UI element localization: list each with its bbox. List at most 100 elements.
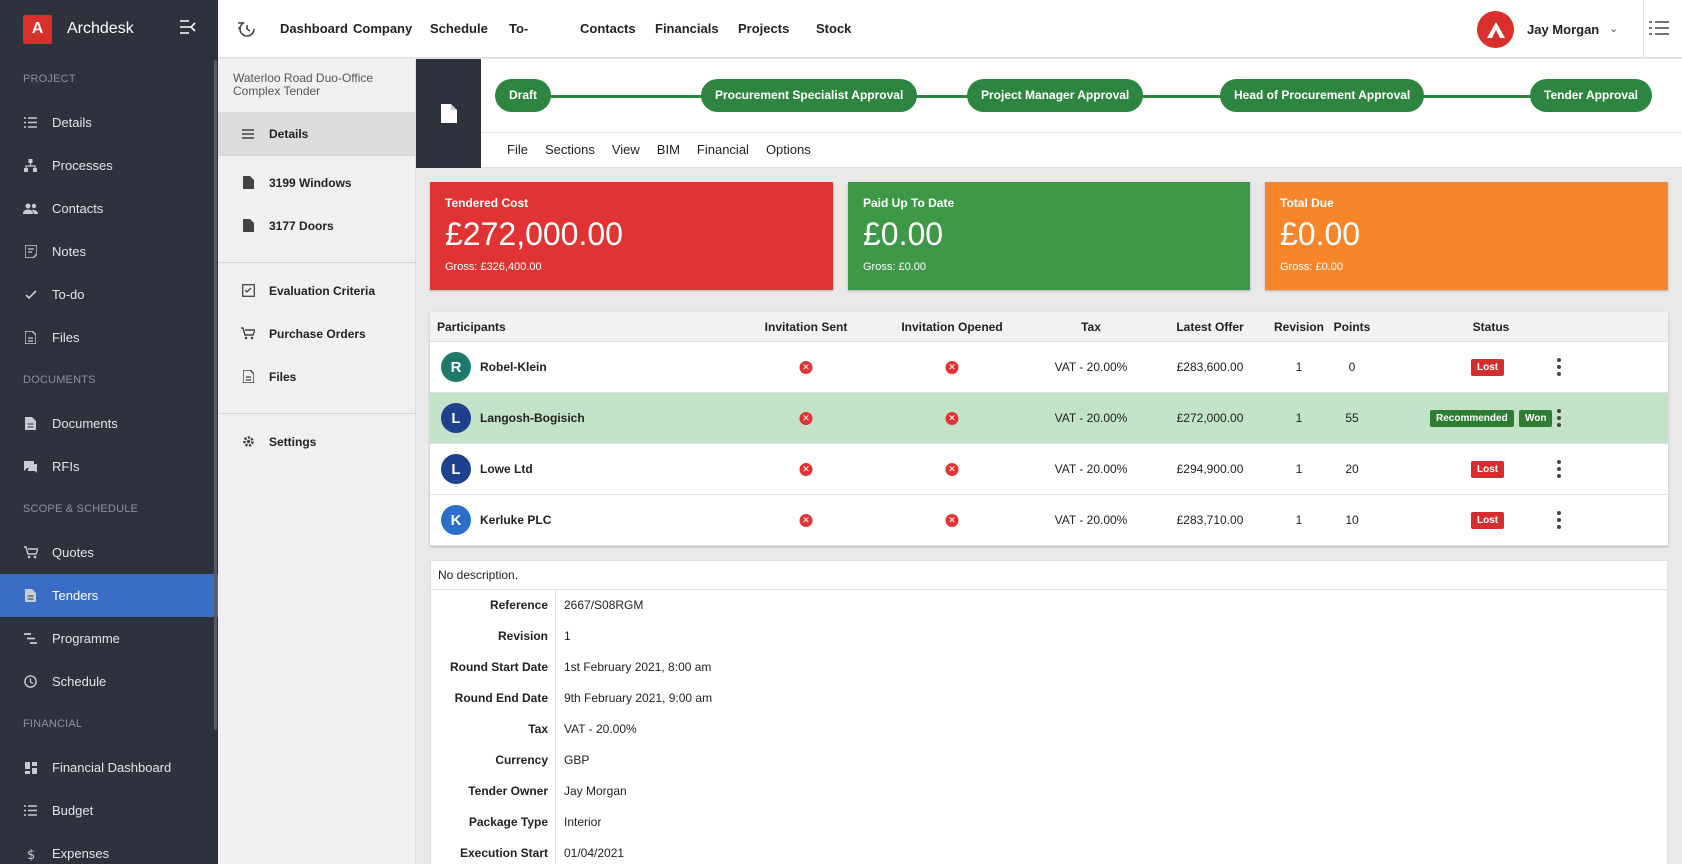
- sidebar-item-contacts[interactable]: Contacts: [0, 187, 218, 230]
- card-value: £0.00: [1280, 216, 1361, 252]
- sidebar-item-notes[interactable]: Notes: [0, 230, 218, 273]
- column-header[interactable]: Latest Offer: [1176, 320, 1243, 334]
- menu-financial[interactable]: Financial: [697, 133, 749, 167]
- workflow-step-project-manager[interactable]: Project Manager Approval: [967, 79, 1144, 112]
- sidebar-item-processes[interactable]: Processes: [0, 144, 218, 187]
- divider: [1643, 0, 1644, 58]
- nav-schedule[interactable]: Schedule: [430, 0, 488, 58]
- nav-dashboard[interactable]: Dashboard: [280, 0, 348, 58]
- subnav-item-details[interactable]: Details: [218, 112, 415, 155]
- participant-name[interactable]: Lowe Ltd: [480, 462, 533, 476]
- sidebar-item-to-do[interactable]: To-do: [0, 273, 218, 316]
- avatar: K: [441, 505, 471, 535]
- participant-name[interactable]: Kerluke PLC: [480, 513, 551, 527]
- sidebar-scrollbar[interactable]: [214, 60, 217, 730]
- menu-file[interactable]: File: [507, 133, 528, 167]
- checklist-icon: [241, 284, 255, 298]
- sidebar-item-rfis[interactable]: RFIs: [0, 445, 218, 488]
- workflow-step-draft[interactable]: Draft: [495, 79, 552, 112]
- subnav-item-package[interactable]: 3199 Windows: [218, 161, 415, 204]
- menu-sections[interactable]: Sections: [545, 133, 595, 167]
- menu-view[interactable]: View: [612, 133, 640, 167]
- column-header[interactable]: Invitation Opened: [901, 320, 1002, 334]
- clock-icon: [23, 674, 38, 689]
- collapse-sidebar-icon[interactable]: [178, 20, 198, 38]
- column-header[interactable]: Status: [1473, 320, 1510, 334]
- subnav-item-settings[interactable]: Settings: [218, 420, 415, 463]
- description-text: No description.: [431, 561, 1667, 590]
- nav-projects[interactable]: Projects: [738, 0, 789, 58]
- recommended-badge: Recommended: [1430, 410, 1514, 427]
- sidebar-item-label: Budget: [52, 803, 94, 818]
- user-name[interactable]: Jay Morgan: [1527, 22, 1599, 37]
- people-icon: [23, 201, 38, 216]
- more-options-icon[interactable]: [1556, 358, 1562, 376]
- more-options-icon[interactable]: [1556, 460, 1562, 478]
- detail-value: 2667/S08RGM: [564, 598, 644, 612]
- document-icon: [241, 219, 255, 233]
- chevron-down-icon[interactable]: ⌄: [1609, 22, 1618, 35]
- sidebar-item-documents[interactable]: Documents: [0, 402, 218, 445]
- menu-options[interactable]: Options: [766, 133, 811, 167]
- sidebar-item-label: RFIs: [52, 459, 80, 474]
- nav-financials[interactable]: Financials: [655, 0, 719, 58]
- detail-row: Round Start Date 1st February 2021, 8:00 …: [431, 652, 1667, 683]
- menu-bim[interactable]: BIM: [657, 133, 680, 167]
- workflow-step-procurement-specialist[interactable]: Procurement Specialist Approval: [701, 79, 918, 112]
- column-header[interactable]: Points: [1334, 320, 1371, 334]
- tender-title: Waterloo Road Duo-Office Complex Tender: [233, 71, 374, 98]
- workflow-step-tender-approval[interactable]: Tender Approval: [1530, 79, 1653, 112]
- table-row[interactable]: K Kerluke PLC ✕ ✕ VAT - 20.00% £283,710.00 1 10…: [430, 495, 1668, 546]
- column-header[interactable]: Participants: [437, 320, 506, 334]
- subnav-item-label: Details: [269, 126, 309, 141]
- sidebar-item-files[interactable]: Files: [0, 316, 218, 359]
- subnav-item-package[interactable]: 3177 Doors: [218, 204, 415, 247]
- detail-key: Package Type: [431, 807, 556, 838]
- table-row[interactable]: R Robel-Klein ✕ ✕ VAT - 20.00% £283,600.00 1 0 L…: [430, 342, 1668, 393]
- sidebar-item-programme[interactable]: Programme: [0, 617, 218, 660]
- gantt-icon: [23, 631, 38, 646]
- participant-name[interactable]: Robel-Klein: [480, 360, 547, 374]
- sidebar-item-budget[interactable]: Budget: [0, 789, 218, 832]
- sidebar-item-financial-dashboard[interactable]: Financial Dashboard: [0, 746, 218, 789]
- document-icon: [241, 176, 255, 190]
- dashboard-icon: [23, 760, 38, 775]
- detail-key: Round End Date: [431, 683, 556, 714]
- more-options-icon[interactable]: [1556, 511, 1562, 529]
- sidebar-item-expenses[interactable]: $ Expenses: [0, 832, 218, 864]
- detail-key: Revision: [431, 621, 556, 652]
- column-header[interactable]: Invitation Sent: [765, 320, 848, 334]
- avatar: L: [441, 454, 471, 484]
- sidebar-item-schedule[interactable]: Schedule: [0, 660, 218, 703]
- sidebar-item-label: Tenders: [52, 588, 99, 603]
- status-badge: Lost: [1471, 461, 1505, 478]
- column-header[interactable]: Tax: [1081, 320, 1101, 334]
- company-avatar[interactable]: [1477, 11, 1514, 48]
- nav-stock[interactable]: Stock: [816, 0, 851, 58]
- menu-list-icon[interactable]: [1649, 20, 1669, 38]
- table-row[interactable]: L Lowe Ltd ✕ ✕ VAT - 20.00% £294,900.00 1 20 Los…: [430, 444, 1668, 495]
- invitation-sent-cross-icon: ✕: [799, 514, 813, 527]
- sidebar-item-details[interactable]: Details: [0, 101, 218, 144]
- nav-contacts[interactable]: Contacts: [580, 0, 636, 58]
- sidebar-item-quotes[interactable]: Quotes: [0, 531, 218, 574]
- history-icon[interactable]: [236, 19, 256, 39]
- table-row[interactable]: L Langosh-Bogisich ✕ ✕ VAT - 20.00% £272,000.…: [430, 393, 1668, 444]
- participant-name[interactable]: Langosh-Bogisich: [480, 411, 585, 425]
- workflow-step-head-of-procurement[interactable]: Head of Procurement Approval: [1220, 79, 1425, 112]
- app-logo[interactable]: A: [23, 14, 52, 44]
- sidebar-item-label: Schedule: [52, 674, 107, 689]
- list-icon: [241, 127, 255, 141]
- subnav-item-evaluation-criteria[interactable]: Evaluation Criteria: [218, 269, 415, 312]
- subnav-item-files[interactable]: Files: [218, 355, 415, 398]
- revision-cell: 1: [1295, 360, 1303, 374]
- column-header[interactable]: Revision: [1274, 320, 1324, 334]
- detail-key: Tax: [431, 714, 556, 745]
- more-options-icon[interactable]: [1556, 409, 1562, 427]
- subnav-item-purchase-orders[interactable]: Purchase Orders: [218, 312, 415, 355]
- revision-cell: 1: [1295, 513, 1303, 527]
- sidebar-item-tenders[interactable]: Tenders: [0, 574, 218, 617]
- detail-key: Reference: [431, 590, 556, 621]
- detail-row: Package Type Interior: [431, 807, 1667, 838]
- nav-company[interactable]: Company: [353, 0, 412, 58]
